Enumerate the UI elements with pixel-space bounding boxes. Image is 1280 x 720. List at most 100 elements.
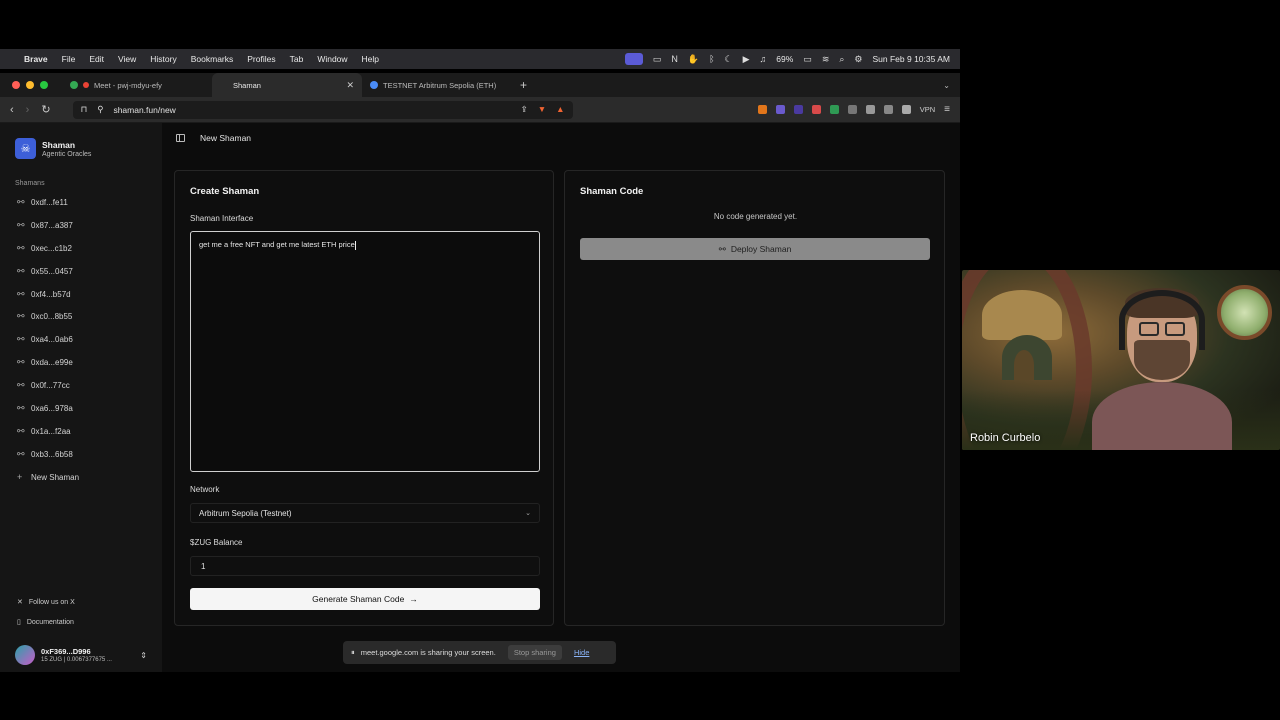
deploy-shaman-button[interactable]: ⚯ Deploy Shaman bbox=[580, 238, 930, 260]
network-selected-value: Arbitrum Sepolia (Testnet) bbox=[199, 508, 292, 518]
wallet-account-switcher[interactable]: 0xF369...D996 15 ZUG | 0.0067377675 ... … bbox=[0, 638, 162, 672]
sidebar-item-shaman[interactable]: ⚯ 0xf4...b57d bbox=[0, 283, 162, 306]
reload-icon[interactable]: ↻ bbox=[41, 103, 50, 116]
webhook-icon: ⚯ bbox=[17, 334, 25, 345]
sidebar-item-shaman[interactable]: ⚯ 0xa6...978a bbox=[0, 397, 162, 420]
leo-ai-icon[interactable] bbox=[901, 105, 911, 114]
sidebar-icon[interactable] bbox=[865, 105, 875, 114]
extension-icon[interactable] bbox=[775, 105, 785, 114]
control-center-icon[interactable]: ⚙ bbox=[854, 54, 862, 65]
brave-rewards-icon[interactable]: ▲ bbox=[556, 104, 564, 115]
extension-icon[interactable] bbox=[847, 105, 857, 114]
shaman-interface-textarea[interactable]: get me a free NFT and get me latest ETH … bbox=[190, 231, 540, 472]
minimize-window-button[interactable] bbox=[26, 81, 34, 89]
toggle-sidebar-icon[interactable] bbox=[176, 134, 185, 142]
menu-profiles[interactable]: Profiles bbox=[247, 54, 275, 64]
participant-video-tile: Robin Curbelo bbox=[962, 270, 1280, 450]
sidebar-item-label: 0x0f...77cc bbox=[31, 381, 70, 391]
headphones-icon[interactable]: ♫ bbox=[760, 54, 767, 64]
wallet-icon[interactable] bbox=[883, 105, 893, 114]
hand-icon[interactable]: ✋ bbox=[688, 54, 699, 65]
extension-icon[interactable] bbox=[811, 105, 821, 114]
url-text[interactable]: shaman.fun/new bbox=[113, 105, 175, 115]
menubar-clock[interactable]: Sun Feb 9 10:35 AM bbox=[873, 54, 951, 64]
brave-shields-icon[interactable]: ▼ bbox=[538, 104, 546, 115]
bluetooth-icon[interactable]: ᛒ bbox=[709, 54, 714, 64]
notion-icon[interactable]: N bbox=[671, 54, 678, 64]
participant-name: Robin Curbelo bbox=[970, 432, 1041, 444]
address-bar[interactable]: ⊓ ⚲ shaman.fun/new ⇪ ▼ ▲ bbox=[72, 100, 573, 119]
tab-shaman[interactable]: Shaman ✕ bbox=[212, 73, 362, 97]
tab-meet[interactable]: Meet - pwj-mdyu-efy bbox=[62, 73, 212, 97]
share-icon[interactable]: ⇪ bbox=[521, 104, 528, 115]
sidebar-item-label: 0x1a...f2aa bbox=[31, 426, 71, 436]
sidebar-item-shaman[interactable]: ⚯ 0x55...0457 bbox=[0, 260, 162, 283]
wallet-address: 0xF369...D996 bbox=[41, 647, 91, 656]
menu-view[interactable]: View bbox=[118, 54, 136, 64]
window-controls bbox=[12, 81, 48, 89]
window-icon[interactable]: ▭ bbox=[653, 54, 662, 65]
brand[interactable]: ☠ Shaman Agentic Oracles bbox=[0, 138, 162, 159]
sidebar-item-shaman[interactable]: ⚯ 0x0f...77cc bbox=[0, 374, 162, 397]
site-settings-icon[interactable]: ⚲ bbox=[97, 104, 103, 115]
sidebar-item-shaman[interactable]: ⚯ 0x87...a387 bbox=[0, 214, 162, 237]
generate-shaman-code-button[interactable]: Generate Shaman Code → bbox=[190, 588, 540, 610]
extension-icon[interactable] bbox=[829, 105, 839, 114]
play-icon[interactable]: ▶ bbox=[743, 54, 750, 65]
sidebar-item-shaman[interactable]: ⚯ 0x1a...f2aa bbox=[0, 420, 162, 443]
pause-icon: ⏸ bbox=[351, 647, 355, 657]
forward-icon[interactable]: › bbox=[26, 104, 30, 116]
tab-list-chevron-icon[interactable]: ⌄ bbox=[943, 81, 950, 90]
screen-share-indicator-icon[interactable] bbox=[624, 53, 643, 65]
close-tab-icon[interactable]: ✕ bbox=[346, 80, 354, 91]
menu-tab[interactable]: Tab bbox=[290, 54, 304, 64]
back-icon[interactable]: ‹ bbox=[10, 104, 14, 116]
sidebar-item-shaman[interactable]: ⚯ 0xda...e99e bbox=[0, 351, 162, 374]
menubar-status-area: ▭ N ✋ ᛒ ☾ ▶ ♫ 69% ▭ ≋ ⌕ ⚙ Sun Feb 9 10:3… bbox=[624, 53, 951, 65]
sidebar-item-shaman[interactable]: ⚯ 0xb3...6b58 bbox=[0, 443, 162, 466]
battery-icon[interactable]: ▭ bbox=[803, 54, 812, 65]
zug-balance-input[interactable]: 1 bbox=[190, 556, 540, 576]
tab-arbitrum[interactable]: TESTNET Arbitrum Sepolia (ETH) bbox=[362, 73, 512, 97]
spotlight-search-icon[interactable]: ⌕ bbox=[839, 54, 844, 65]
menu-history[interactable]: History bbox=[150, 54, 176, 64]
menu-app-name[interactable]: Brave bbox=[24, 54, 48, 64]
stop-sharing-button[interactable]: Stop sharing bbox=[507, 645, 562, 660]
metamask-icon[interactable] bbox=[757, 105, 767, 114]
page-header: New Shaman bbox=[162, 123, 960, 153]
card-title: Create Shaman bbox=[190, 186, 260, 197]
sidebar-item-label: 0x55...0457 bbox=[31, 266, 73, 276]
sidebar-item-shaman[interactable]: ⚯ 0xa4...0ab6 bbox=[0, 328, 162, 351]
sidebar-item-label: 0x87...a387 bbox=[31, 220, 73, 230]
zug-balance-label: $ZUG Balance bbox=[190, 538, 243, 547]
network-select[interactable]: Arbitrum Sepolia (Testnet) ⌄ bbox=[190, 503, 540, 523]
brand-subtitle: Agentic Oracles bbox=[42, 150, 92, 158]
menu-edit[interactable]: Edit bbox=[89, 54, 104, 64]
follow-on-x-link[interactable]: ✕ Follow us on X bbox=[0, 592, 162, 612]
wifi-icon[interactable]: ≋ bbox=[822, 54, 830, 65]
sidebar-item-new-shaman[interactable]: + New Shaman bbox=[0, 466, 162, 489]
sidebar-item-shaman[interactable]: ⚯ 0xc0...8b55 bbox=[0, 305, 162, 328]
menu-icon[interactable]: ≡ bbox=[944, 104, 950, 115]
webhook-icon: ⚯ bbox=[17, 196, 25, 207]
close-window-button[interactable] bbox=[12, 81, 20, 89]
sidebar-item-shaman[interactable]: ⚯ 0xdf...fe11 bbox=[0, 191, 162, 214]
zoom-window-button[interactable] bbox=[40, 81, 48, 89]
vpn-button[interactable]: VPN bbox=[920, 105, 935, 114]
sidebar-item-label: 0xec...c1b2 bbox=[31, 243, 72, 253]
headset-icon bbox=[1119, 290, 1205, 350]
menu-bookmarks[interactable]: Bookmarks bbox=[191, 54, 234, 64]
bookmark-icon[interactable]: ⊓ bbox=[81, 104, 88, 115]
new-tab-button[interactable]: + bbox=[520, 78, 527, 92]
webhook-icon: ⚯ bbox=[17, 402, 25, 413]
documentation-link[interactable]: ▯ Documentation bbox=[0, 612, 162, 632]
menu-help[interactable]: Help bbox=[362, 54, 379, 64]
menu-window[interactable]: Window bbox=[317, 54, 347, 64]
hide-banner-link[interactable]: Hide bbox=[574, 648, 589, 657]
sidebar-item-label: New Shaman bbox=[31, 472, 80, 482]
extension-badge-icon[interactable] bbox=[793, 105, 803, 114]
battery-percent[interactable]: 69% bbox=[776, 54, 793, 64]
sidebar-item-shaman[interactable]: ⚯ 0xec...c1b2 bbox=[0, 237, 162, 260]
moon-icon[interactable]: ☾ bbox=[725, 54, 733, 65]
menu-file[interactable]: File bbox=[62, 54, 76, 64]
